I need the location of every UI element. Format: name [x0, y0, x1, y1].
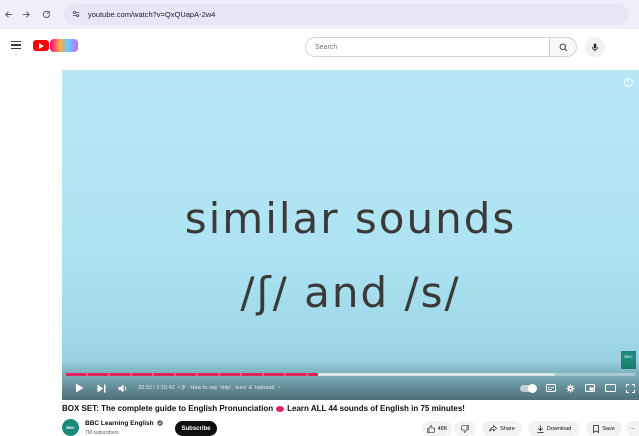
chapter-title[interactable]: • /ʃ/ · How to say 'ship', 'sure' & 'nat… [178, 385, 276, 391]
channel-name[interactable]: BBC Learning English [85, 420, 164, 427]
time-display: 33:33 / 1:15:42 [138, 385, 175, 391]
volume-icon[interactable] [114, 380, 132, 396]
browser-toolbar: youtube.com/watch?v=QxQUapA-2w4 [0, 0, 639, 29]
video-text-line1: similar sounds [184, 194, 517, 243]
more-actions-button[interactable]: ··· [626, 421, 639, 436]
voice-search-button[interactable] [585, 37, 605, 57]
youtube-header: Search [0, 29, 639, 65]
site-settings-icon[interactable] [72, 10, 80, 20]
autoplay-toggle[interactable] [520, 383, 537, 393]
video-text-line2: /ʃ/ and /s/ [240, 268, 461, 317]
like-count: 48K [437, 425, 448, 432]
subtitles-icon[interactable] [546, 380, 556, 396]
thumbs-down-icon [461, 424, 469, 433]
play-icon[interactable] [70, 380, 88, 396]
search-input[interactable]: Search [305, 37, 549, 57]
channel-avatar[interactable]: BBC [62, 419, 79, 436]
subscribe-button[interactable]: Subscribe [175, 421, 217, 436]
share-label: Share [500, 425, 515, 432]
address-bar[interactable]: youtube.com/watch?v=QxQUapA-2w4 [64, 4, 629, 25]
more-icon: ··· [629, 425, 636, 432]
hamburger-menu-icon[interactable] [11, 41, 21, 49]
search-icon [559, 43, 567, 51]
dislike-button[interactable] [454, 421, 476, 436]
heart-lips-icon [276, 405, 285, 412]
bookmark-icon [593, 424, 600, 433]
player-controls: 33:33 / 1:15:42 • /ʃ/ · How to say 'ship… [62, 380, 639, 396]
progress-bar[interactable] [66, 373, 635, 376]
youtube-logo[interactable] [33, 39, 79, 52]
chapter-chevron-icon[interactable]: › [278, 385, 280, 391]
download-button[interactable]: Download [528, 421, 580, 436]
like-button[interactable]: 48K [422, 421, 452, 436]
share-icon [489, 425, 498, 432]
download-icon [537, 425, 544, 433]
right-controls [520, 380, 635, 396]
video-title-part1: BOX SET: The complete guide to English P… [62, 404, 274, 413]
theater-mode-icon[interactable] [605, 380, 616, 396]
miniplayer-icon[interactable] [585, 380, 595, 396]
video-player[interactable]: i similar sounds /ʃ/ and /s/ BBC 33:33 /… [62, 70, 639, 400]
reload-icon[interactable] [36, 5, 56, 25]
settings-gear-icon[interactable] [566, 380, 575, 396]
fullscreen-icon[interactable] [626, 380, 635, 396]
share-button[interactable]: Share [482, 421, 522, 436]
save-button[interactable]: Save [586, 421, 622, 436]
next-icon[interactable] [92, 380, 110, 396]
info-icon[interactable]: i [624, 78, 633, 87]
search-button[interactable] [549, 37, 577, 57]
video-title: BOX SET: The complete guide to English P… [62, 404, 465, 413]
youtube-doodle-icon [50, 39, 78, 52]
video-title-part2: Learn ALL 44 sounds of English in 75 min… [287, 404, 465, 413]
thumbs-up-icon [426, 424, 435, 433]
save-label: Save [602, 425, 615, 432]
progress-played [66, 373, 319, 376]
download-label: Download [546, 425, 572, 432]
verified-badge-icon [157, 420, 164, 427]
url-text: youtube.com/watch?v=QxQUapA-2w4 [88, 10, 216, 19]
youtube-play-logo-icon [33, 40, 49, 51]
forward-arrow-icon[interactable] [16, 5, 36, 25]
back-arrow-icon[interactable] [0, 5, 16, 25]
search-placeholder: Search [315, 43, 338, 51]
channel-name-text[interactable]: BBC Learning English [85, 420, 154, 427]
subscriber-count: 7M subscribers [85, 430, 119, 436]
microphone-icon [591, 42, 599, 52]
